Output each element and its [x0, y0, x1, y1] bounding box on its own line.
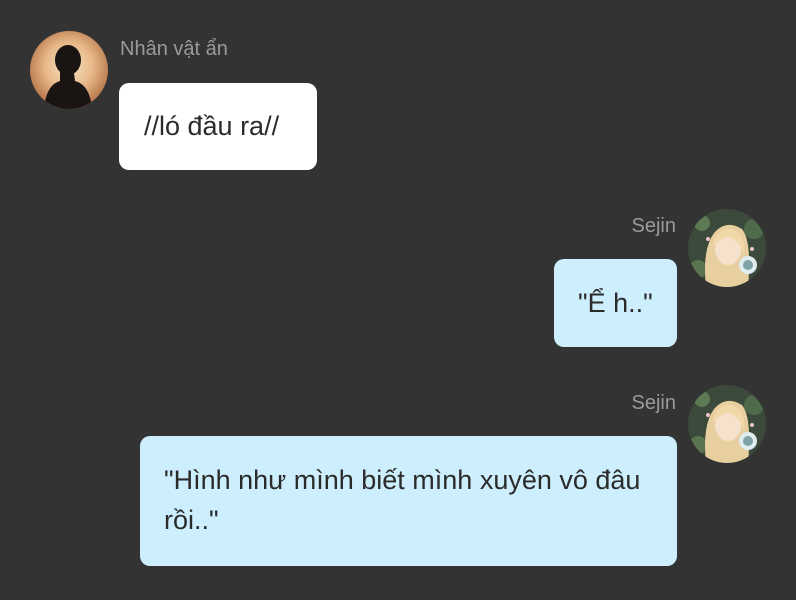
sender-name: Nhân vật ẩn: [120, 38, 228, 60]
message-bubble[interactable]: //ló đầu ra//: [119, 83, 317, 170]
character-portrait-avatar-icon[interactable]: [688, 385, 766, 463]
message-text: "Ể h..": [578, 288, 653, 318]
silhouette-avatar-icon[interactable]: [30, 31, 108, 109]
character-portrait-avatar-icon[interactable]: [688, 209, 766, 287]
sender-name: Sejin: [631, 392, 676, 414]
message-bubble[interactable]: "Ể h..": [554, 259, 677, 347]
message-bubble[interactable]: "Hình như mình biết mình xuyên vô đâu rồ…: [140, 436, 677, 566]
message-text: "Hình như mình biết mình xuyên vô đâu rồ…: [164, 465, 641, 535]
message-text: //ló đầu ra//: [144, 111, 280, 141]
sender-name: Sejin: [631, 215, 676, 237]
